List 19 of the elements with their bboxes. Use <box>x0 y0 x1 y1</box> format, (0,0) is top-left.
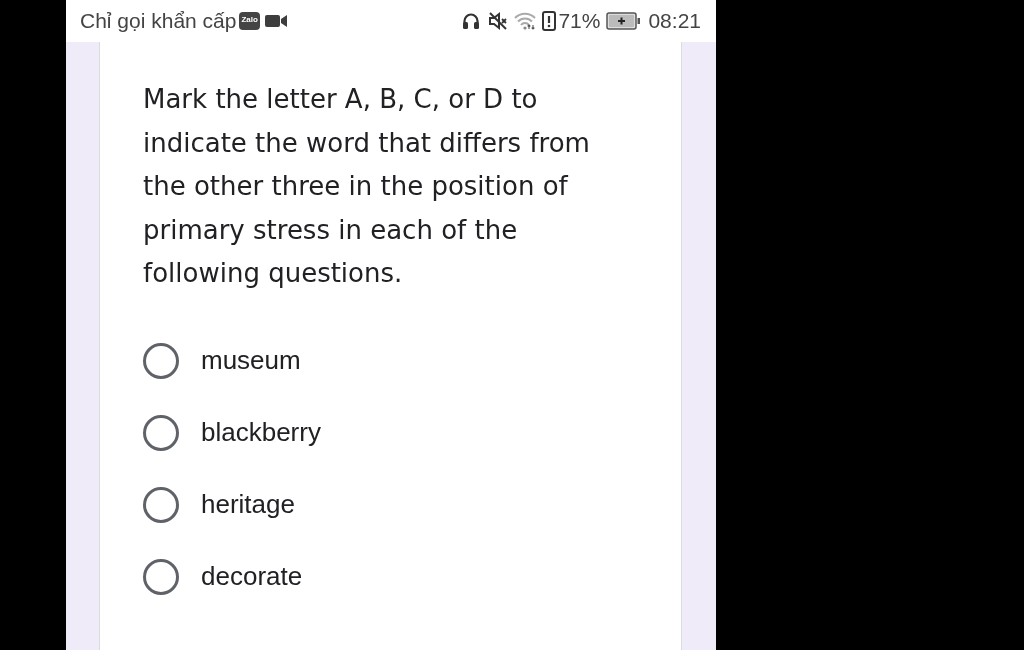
carrier-text: Chỉ gọi khẩn cấp <box>80 9 237 33</box>
radio-button[interactable] <box>143 414 179 451</box>
battery-percent: 71% <box>558 9 601 33</box>
radio-button[interactable] <box>143 342 179 379</box>
option-label[interactable]: blackberry <box>201 417 321 448</box>
clock-time: 08:21 <box>648 9 701 33</box>
option-label[interactable]: museum <box>201 345 301 376</box>
radio-button[interactable] <box>143 486 179 523</box>
battery-icon <box>606 12 641 30</box>
headphones-icon <box>462 12 481 30</box>
wifi-icon <box>514 12 537 30</box>
app-logo-badge: Zalo <box>239 12 260 30</box>
video-camera-icon <box>264 14 287 28</box>
option-label[interactable]: decorate <box>201 561 303 592</box>
radio-button[interactable] <box>143 558 179 595</box>
question-text: Mark the letter A, B, C, or D to indicate the word that differs from the other three in the position of primary stress in each of the following questions. <box>143 83 591 290</box>
mute-icon <box>488 11 509 31</box>
alert-icon <box>542 11 557 31</box>
option-label[interactable]: heritage <box>201 489 295 520</box>
